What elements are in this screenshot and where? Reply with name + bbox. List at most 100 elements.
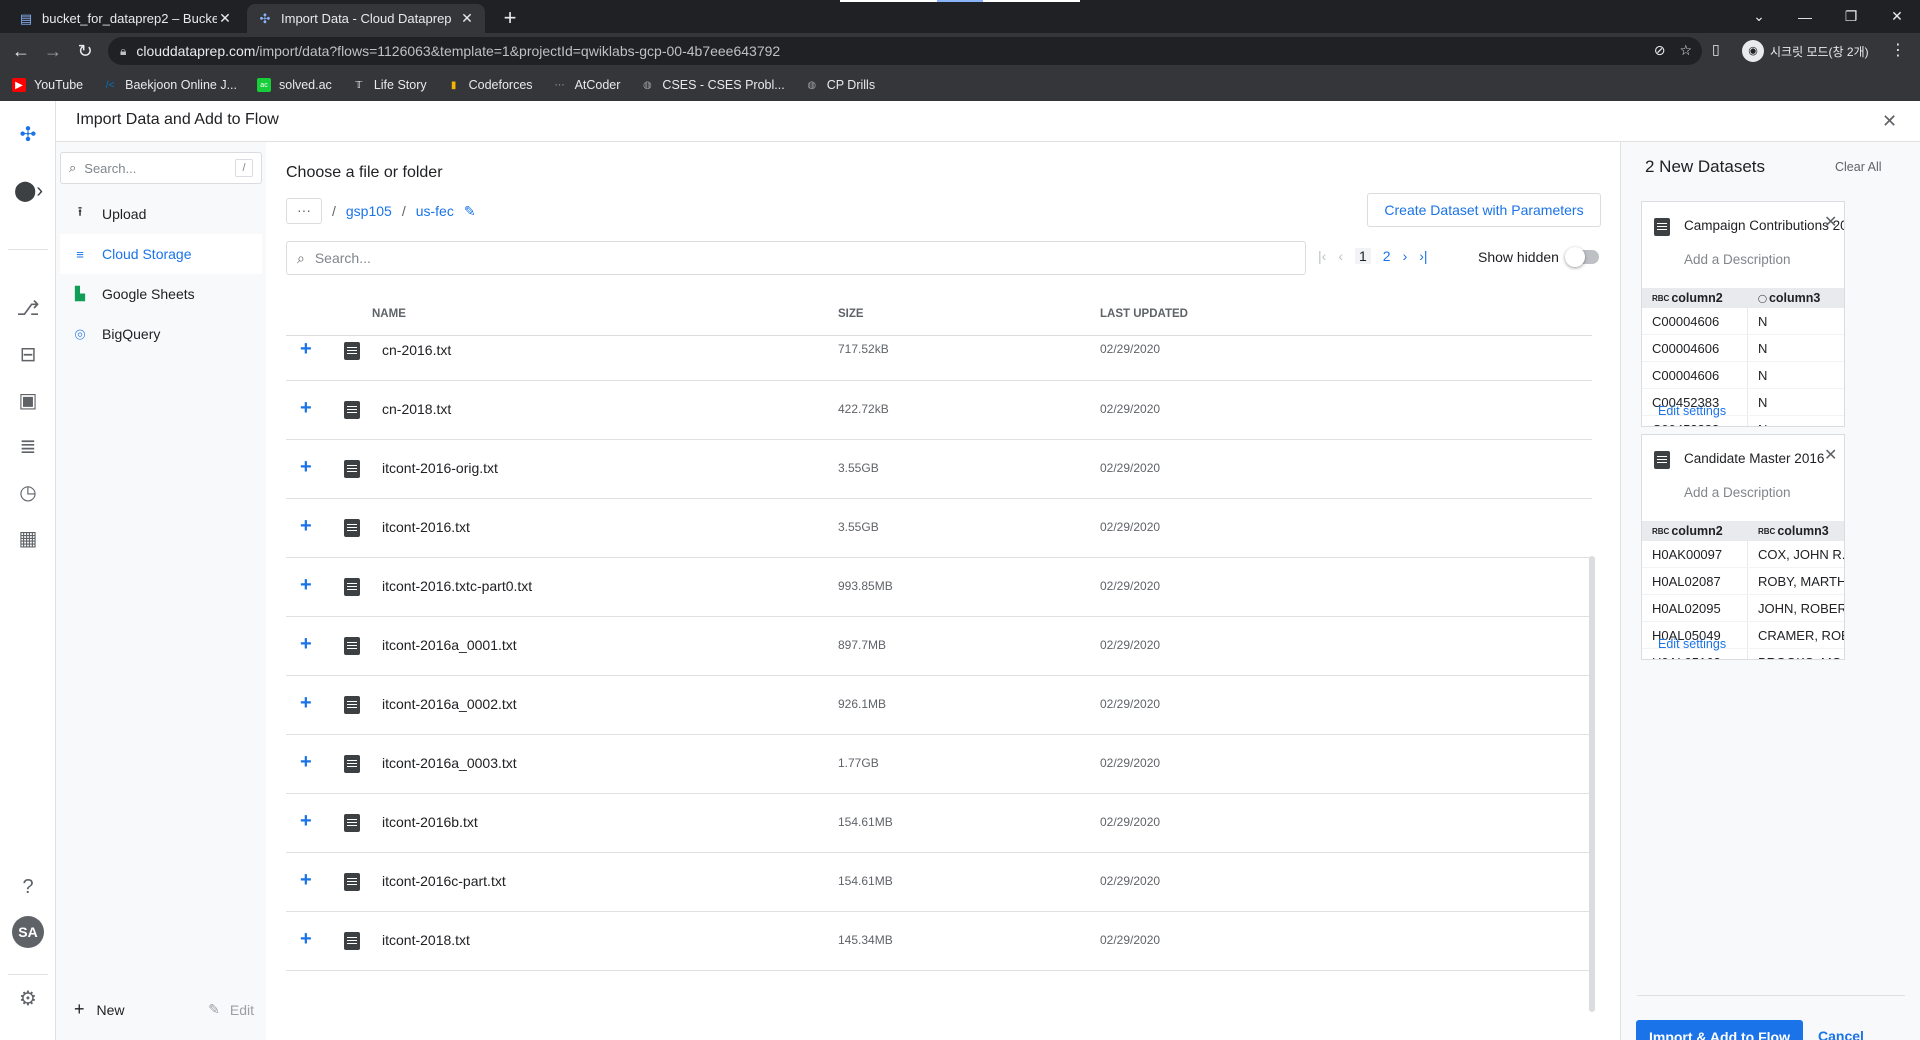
column-last-updated[interactable]: LAST UPDATED bbox=[1100, 308, 1188, 320]
edit-settings-link[interactable]: Edit settings bbox=[1658, 637, 1726, 651]
add-file-icon[interactable]: + bbox=[300, 692, 312, 715]
grid-column-header[interactable]: RBC column3 bbox=[1748, 521, 1844, 541]
close-dialog-icon[interactable]: ✕ bbox=[1882, 111, 1897, 132]
remove-dataset-icon[interactable]: ✕ bbox=[1824, 445, 1837, 465]
edit-connection-button[interactable]: ✎ Edit bbox=[208, 1001, 254, 1018]
scrollbar[interactable] bbox=[1589, 556, 1595, 1012]
table-row[interactable]: + itcont-2016a_0003.txt 1.77GB 02/29/2020 bbox=[286, 735, 1592, 794]
add-description-field[interactable]: Add a Description bbox=[1684, 485, 1791, 500]
show-hidden-toggle[interactable] bbox=[1564, 247, 1599, 267]
column-size[interactable]: SIZE bbox=[838, 308, 864, 320]
file-search-input[interactable]: ⌕ Search... bbox=[286, 241, 1306, 275]
import-add-to-flow-button[interactable]: Import & Add to Flow bbox=[1636, 1020, 1803, 1040]
first-page-icon[interactable]: |‹ bbox=[1318, 248, 1326, 264]
add-file-icon[interactable]: + bbox=[300, 456, 312, 479]
tracking-off-icon[interactable]: ⊘ bbox=[1654, 42, 1666, 59]
table-row[interactable]: + itcont-2016a_0002.txt 926.1MB 02/29/2020 bbox=[286, 676, 1592, 735]
help-icon[interactable]: ? bbox=[14, 873, 42, 901]
flows-icon[interactable]: ⬤› bbox=[14, 177, 43, 205]
bookmark-baekjoon[interactable]: /< Baekjoon Online J... bbox=[103, 78, 237, 92]
file-name[interactable]: itcont-2016b.txt bbox=[382, 814, 478, 830]
breadcrumb-gsp105[interactable]: gsp105 bbox=[346, 203, 392, 219]
next-page-icon[interactable]: › bbox=[1403, 248, 1408, 264]
new-tab-button[interactable]: + bbox=[496, 4, 524, 32]
edit-path-icon[interactable]: ✎ bbox=[464, 203, 476, 220]
bookmark-star-icon[interactable]: ☆ bbox=[1679, 42, 1692, 59]
add-file-icon[interactable]: + bbox=[300, 515, 312, 538]
add-file-icon[interactable]: + bbox=[300, 338, 312, 361]
file-name[interactable]: itcont-2016a_0002.txt bbox=[382, 696, 517, 712]
tab-bucket[interactable]: ▤ bucket_for_dataprep2 – Bucket ✕ bbox=[8, 4, 243, 33]
bookmark-youtube[interactable]: ▶ YouTube bbox=[12, 78, 83, 92]
table-row[interactable]: + itcont-2016.txtc-part0.txt 993.85MB 02/29… bbox=[286, 558, 1592, 617]
minimize-button[interactable]: — bbox=[1782, 0, 1828, 33]
file-name[interactable]: cn-2016.txt bbox=[382, 342, 451, 358]
bookmark-cp-drills[interactable]: ◍ CP Drills bbox=[805, 78, 875, 92]
tab-import-data[interactable]: ✣ Import Data - Cloud Dataprep ✕ bbox=[247, 4, 485, 33]
table-row[interactable]: + cn-2018.txt 422.72kB 02/29/2020 bbox=[286, 381, 1592, 440]
library-icon[interactable]: ▣ bbox=[14, 387, 42, 415]
dataset-name[interactable]: Campaign Contributions 20 bbox=[1684, 218, 1844, 233]
settings-icon[interactable]: ⚙ bbox=[14, 985, 42, 1013]
avatar[interactable]: SA bbox=[12, 916, 44, 948]
new-connection-button[interactable]: + New bbox=[74, 999, 125, 1020]
calendar-icon[interactable]: ▦ bbox=[14, 525, 42, 553]
file-name[interactable]: itcont-2016.txtc-part0.txt bbox=[382, 578, 532, 594]
add-file-icon[interactable]: + bbox=[300, 869, 312, 892]
file-name[interactable]: itcont-2016a_0003.txt bbox=[382, 755, 517, 771]
bookmark-codeforces[interactable]: ▮ Codeforces bbox=[447, 78, 533, 92]
incognito-indicator[interactable]: ◉ 시크릿 모드(창 2개) bbox=[1742, 38, 1869, 64]
add-file-icon[interactable]: + bbox=[300, 574, 312, 597]
add-file-icon[interactable]: + bbox=[300, 397, 312, 420]
jobs-icon[interactable]: ◷ bbox=[14, 479, 42, 507]
browser-menu-icon[interactable]: ⋮ bbox=[1890, 40, 1906, 60]
bookmark-solvedac[interactable]: ac solved.ac bbox=[257, 78, 332, 92]
restore-button[interactable]: ❐ bbox=[1828, 0, 1874, 33]
table-row[interactable]: + itcont-2016.txt 3.55GB 02/29/2020 bbox=[286, 499, 1592, 558]
file-name[interactable]: cn-2018.txt bbox=[382, 401, 451, 417]
table-row[interactable]: + itcont-2018.txt 145.34MB 02/29/2020 bbox=[286, 912, 1592, 971]
file-name[interactable]: itcont-2016.txt bbox=[382, 519, 470, 535]
bookmark-life-story[interactable]: 𝕋 Life Story bbox=[352, 78, 426, 92]
add-file-icon[interactable]: + bbox=[300, 810, 312, 833]
cancel-button[interactable]: Cancel bbox=[1818, 1028, 1864, 1040]
column-name[interactable]: NAME bbox=[372, 308, 406, 320]
sidebar-item-google-sheets[interactable]: ▙ Google Sheets bbox=[60, 274, 262, 314]
page-2[interactable]: 2 bbox=[1383, 248, 1391, 264]
reload-button[interactable]: ↻ bbox=[74, 40, 96, 62]
close-tab-icon[interactable]: ✕ bbox=[459, 10, 475, 27]
grid-column-header[interactable]: RBC column2 bbox=[1642, 521, 1748, 541]
bookmark-cses[interactable]: ◍ CSES - CSES Probl... bbox=[640, 78, 785, 92]
add-description-field[interactable]: Add a Description bbox=[1684, 252, 1791, 267]
table-row[interactable]: + itcont-2016a_0001.txt 897.7MB 02/29/2020 bbox=[286, 617, 1592, 676]
add-file-icon[interactable]: + bbox=[300, 633, 312, 656]
tab-search-icon[interactable]: ⌄ bbox=[1736, 0, 1782, 33]
grid-column-header[interactable]: ◯ column3 bbox=[1748, 288, 1844, 308]
source-search-input[interactable]: ⌕ Search... / bbox=[60, 152, 262, 184]
flow-diagram-icon[interactable]: ⎇ bbox=[14, 295, 42, 323]
file-name[interactable]: itcont-2018.txt bbox=[382, 932, 470, 948]
breadcrumb-us-fec[interactable]: us-fec bbox=[416, 203, 454, 219]
file-name[interactable]: itcont-2016a_0001.txt bbox=[382, 637, 517, 653]
sidebar-item-upload[interactable]: ⭱ Upload bbox=[60, 194, 262, 234]
remove-dataset-icon[interactable]: ✕ bbox=[1824, 212, 1837, 232]
url-field[interactable]: 🔒︎ clouddataprep.com /import/data?flows=… bbox=[108, 37, 1702, 65]
close-tab-icon[interactable]: ✕ bbox=[217, 10, 233, 27]
edit-settings-link[interactable]: Edit settings bbox=[1658, 404, 1726, 418]
prev-page-icon[interactable]: ‹ bbox=[1338, 248, 1343, 264]
bookmark-atcoder[interactable]: ⋯ AtCoder bbox=[553, 78, 621, 92]
page-current[interactable]: 1 bbox=[1354, 248, 1371, 264]
add-file-icon[interactable]: + bbox=[300, 751, 312, 774]
file-name[interactable]: itcont-2016-orig.txt bbox=[382, 460, 498, 476]
clear-all-button[interactable]: Clear All bbox=[1835, 160, 1882, 174]
file-name[interactable]: itcont-2016c-part.txt bbox=[382, 873, 506, 889]
breadcrumb-more-button[interactable]: ··· bbox=[286, 198, 322, 224]
table-row[interactable]: + cn-2016.txt 717.52kB 02/29/2020 bbox=[286, 336, 1592, 381]
database-icon[interactable]: ≣ bbox=[14, 433, 42, 461]
sidebar-item-cloud-storage[interactable]: ≡ Cloud Storage bbox=[60, 234, 262, 274]
plans-icon[interactable]: ⊟ bbox=[14, 341, 42, 369]
forward-button[interactable]: → bbox=[42, 40, 64, 62]
grid-column-header[interactable]: RBC column2 bbox=[1642, 288, 1748, 308]
table-row[interactable]: + itcont-2016-orig.txt 3.55GB 02/29/2020 bbox=[286, 440, 1592, 499]
back-button[interactable]: ← bbox=[10, 40, 32, 62]
